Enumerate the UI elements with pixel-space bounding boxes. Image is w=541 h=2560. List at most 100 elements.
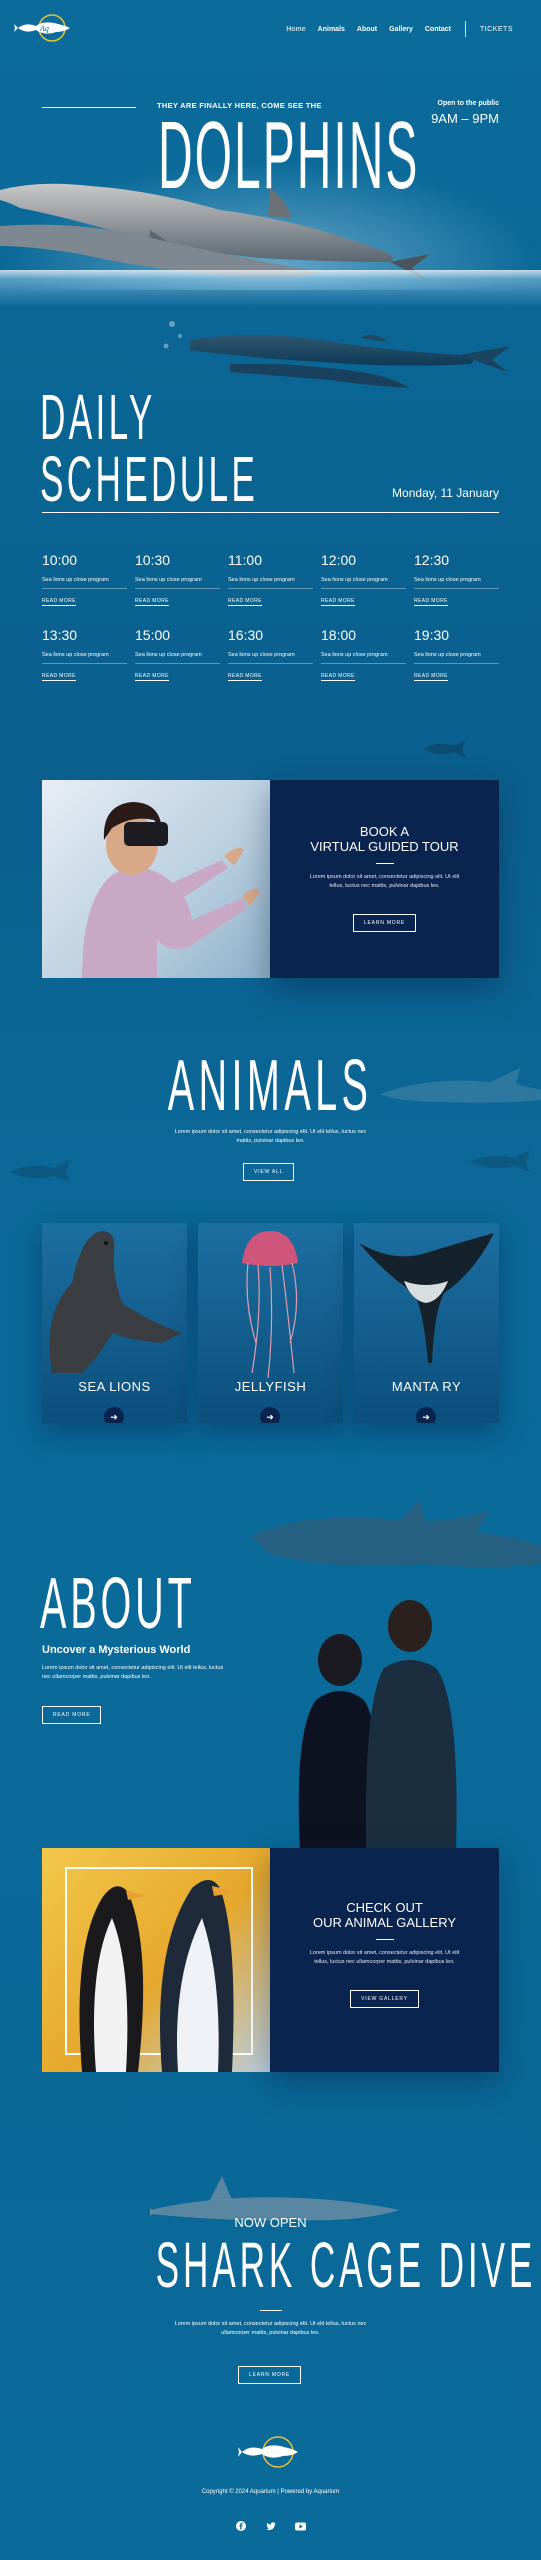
view-all-button[interactable]: VIEW ALL	[243, 1163, 295, 1181]
slot-description: Sea lions up close program	[42, 652, 127, 664]
manta-ray-illustration	[359, 1233, 494, 1363]
slot-time: 10:30	[135, 552, 171, 568]
nav-tickets[interactable]: TICKETS	[480, 26, 513, 33]
nav-animals[interactable]: Animals	[318, 26, 345, 33]
animals-title-text: ANIMALS	[168, 1046, 373, 1126]
nav-about[interactable]: About	[357, 26, 377, 33]
schedule-slot: 16:30 Sea lions up close program READ MO…	[228, 628, 313, 682]
penguins-image	[42, 1848, 270, 2072]
penguins-illustration	[65, 1867, 253, 2072]
vr-tour-dash	[375, 863, 394, 864]
slot-description: Sea lions up close program	[42, 577, 127, 589]
sea-lion-illustration	[49, 1231, 182, 1373]
gallery-content: CHECK OUT OUR ANIMAL GALLERY Lorem ipsum…	[270, 1848, 499, 2008]
schedule-slot: 12:00 Sea lions up close program READ MO…	[321, 553, 406, 607]
fish-school-left	[10, 1160, 70, 1182]
twitter-icon[interactable]	[265, 2520, 277, 2532]
arrow-right-icon[interactable]: ➜	[416, 1407, 436, 1423]
shark-dash	[260, 2310, 282, 2311]
slot-read-more[interactable]: READ MORE	[135, 598, 169, 606]
schedule-title-line1: DAILY	[40, 381, 156, 453]
gallery-title-line2: OUR ANIMAL GALLERY	[312, 1915, 457, 1930]
animal-card-manta-ray[interactable]: MANTA RY ➜	[354, 1223, 499, 1423]
page: Aq Home Animals About Gallery Contact TI…	[0, 0, 541, 2560]
vr-tour-text: Lorem ipsum dolor sit amet, consectetur …	[309, 874, 460, 889]
slot-read-more[interactable]: READ MORE	[228, 598, 262, 606]
slot-read-more[interactable]: READ MORE	[321, 598, 355, 606]
footer-logo[interactable]	[238, 2432, 302, 2472]
nav-contact[interactable]: Contact	[425, 26, 451, 33]
vr-tour-image	[42, 780, 270, 978]
schedule-slot: 12:30 Sea lions up close program READ MO…	[414, 553, 499, 607]
youtube-icon[interactable]	[295, 2520, 307, 2532]
about-read-more-button[interactable]: READ MORE	[42, 1706, 102, 1724]
slot-description: Sea lions up close program	[135, 652, 220, 664]
slot-time: 12:30	[414, 552, 450, 568]
schedule-rule	[42, 512, 499, 513]
arrow-right-icon[interactable]: ➜	[260, 1407, 280, 1423]
slot-read-more[interactable]: READ MORE	[321, 673, 355, 681]
fish-school-right	[470, 1150, 530, 1172]
social-links	[0, 2520, 541, 2532]
animal-name: MANTA RY	[391, 1379, 462, 1394]
schedule-slot: 18:00 Sea lions up close program READ MO…	[321, 628, 406, 682]
nav-home[interactable]: Home	[286, 26, 305, 33]
slot-description: Sea lions up close program	[135, 577, 220, 589]
facebook-icon[interactable]	[235, 2520, 247, 2532]
nav-gallery[interactable]: Gallery	[389, 26, 413, 33]
schedule-slot: 10:00 Sea lions up close program READ MO…	[42, 553, 127, 607]
slot-time: 10:00	[42, 552, 78, 568]
schedule-title: DAILY SCHEDULE	[40, 381, 259, 515]
arrow-right-icon[interactable]: ➜	[104, 1407, 124, 1423]
schedule-title-line2: SCHEDULE	[40, 443, 259, 515]
vr-tour-card: BOOK A VIRTUAL GUIDED TOUR Lorem ipsum d…	[270, 780, 499, 978]
schedule-slot: 13:30 Sea lions up close program READ MO…	[42, 628, 127, 682]
learn-more-button[interactable]: LEARN MORE	[352, 914, 417, 932]
svg-text:Aq: Aq	[39, 24, 49, 33]
slot-description: Sea lions up close program	[321, 577, 406, 589]
fish-decoration	[424, 740, 466, 758]
animal-name: SEA LIONS	[78, 1379, 151, 1394]
slot-time: 11:00	[228, 552, 262, 568]
shark-title: SHARK CAGE DIVE	[0, 2233, 541, 2297]
about-text: Lorem ipsum dolor sit amet, consectetur …	[42, 1665, 224, 1680]
animal-card-jellyfish[interactable]: JELLYFISH ➜	[198, 1223, 343, 1423]
animal-name: JELLYFISH	[234, 1379, 307, 1394]
slot-read-more[interactable]: READ MORE	[135, 673, 169, 681]
animal-card-sea-lions[interactable]: SEA LIONS ➜	[42, 1223, 187, 1423]
animals-title: ANIMALS	[0, 1050, 541, 1122]
slot-read-more[interactable]: READ MORE	[42, 673, 76, 681]
slot-read-more[interactable]: READ MORE	[42, 598, 76, 606]
whale-shark-image	[250, 1500, 541, 1567]
shark-text: Lorem ipsum dolor sit amet, consectetur …	[174, 2321, 367, 2336]
vr-tour-title: BOOK A VIRTUAL GUIDED TOUR	[270, 824, 499, 854]
gallery-title: CHECK OUT OUR ANIMAL GALLERY	[270, 1900, 499, 1930]
gallery-button-wrap: VIEW GALLERY	[270, 1987, 499, 2008]
open-hours: 9AM – 9PM	[431, 111, 499, 126]
slot-time: 16:30	[228, 627, 264, 643]
main-nav: Home Animals About Gallery Contact TICKE…	[286, 21, 513, 37]
shark-learn-more-button[interactable]: LEARN MORE	[238, 2366, 302, 2384]
slot-read-more[interactable]: READ MORE	[414, 673, 448, 681]
slot-time: 13:30	[42, 627, 78, 643]
shark-kicker: NOW OPEN	[234, 2215, 307, 2230]
slot-read-more[interactable]: READ MORE	[228, 673, 262, 681]
slot-time: 12:00	[321, 552, 357, 568]
slot-read-more[interactable]: READ MORE	[414, 598, 448, 606]
slot-description: Sea lions up close program	[321, 652, 406, 664]
vr-tour-title-line2: VIRTUAL GUIDED TOUR	[310, 839, 459, 854]
aquarium-logo[interactable]: Aq	[14, 10, 74, 46]
vr-tour-button-wrap: LEARN MORE	[270, 911, 499, 932]
schedule-slot: 15:00 Sea lions up close program READ MO…	[135, 628, 220, 682]
gallery-card: CHECK OUT OUR ANIMAL GALLERY Lorem ipsum…	[270, 1848, 499, 2072]
vr-tour-content: BOOK A VIRTUAL GUIDED TOUR Lorem ipsum d…	[270, 780, 499, 932]
slot-description: Sea lions up close program	[228, 577, 313, 589]
slot-description: Sea lions up close program	[228, 652, 313, 664]
gallery-dash	[375, 1939, 394, 1940]
couple-silhouette-image	[298, 1600, 457, 1850]
view-gallery-button[interactable]: VIEW GALLERY	[350, 1990, 419, 2008]
about-subtitle: Uncover a Mysterious World	[42, 1644, 191, 1656]
slot-time: 19:30	[414, 627, 450, 643]
open-label: Open to the public	[437, 100, 499, 107]
gallery-title-line1: CHECK OUT	[346, 1900, 423, 1915]
